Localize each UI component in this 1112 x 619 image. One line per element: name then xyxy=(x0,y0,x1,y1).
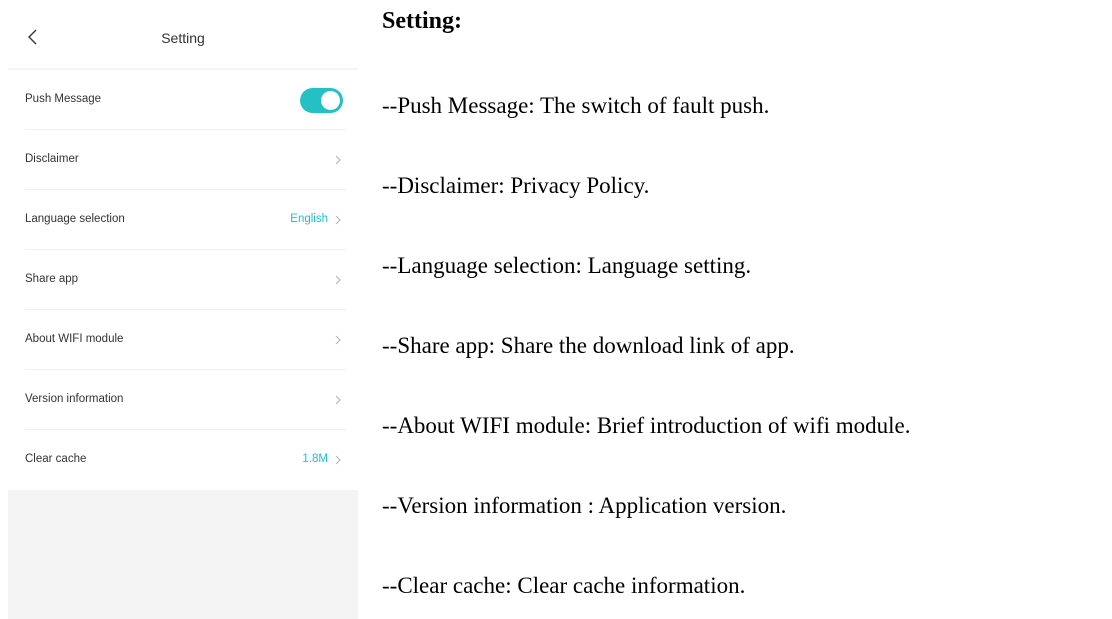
setting-language-selection[interactable]: Language selection English xyxy=(8,190,358,250)
language-value: English xyxy=(290,213,328,225)
description-line: --Disclaimer: Privacy Policy. xyxy=(382,173,650,198)
setting-label: Disclaimer xyxy=(25,153,79,165)
description-line: --Language selection: Language setting. xyxy=(382,253,752,278)
setting-label: Clear cache xyxy=(25,453,87,465)
setting-disclaimer[interactable]: Disclaimer xyxy=(8,130,358,190)
setting-label: About WIFI module xyxy=(25,333,124,345)
chevron-right-icon xyxy=(334,394,342,406)
phone-screen: Setting Push Message Disclaimer Language… xyxy=(8,0,358,619)
setting-push-message: Push Message xyxy=(8,70,358,130)
description-line: --Clear cache: Clear cache information. xyxy=(382,573,746,598)
chevron-right-icon xyxy=(334,334,342,346)
page-title: Setting xyxy=(161,30,205,46)
description-line: --About WIFI module: Brief introduction … xyxy=(382,413,911,438)
description-line: --Share app: Share the download link of … xyxy=(382,333,795,358)
setting-label: Share app xyxy=(25,273,79,285)
setting-label: Language selection xyxy=(25,213,125,225)
description-line: --Push Message: The switch of fault push… xyxy=(382,93,770,118)
chevron-right-icon xyxy=(334,274,342,286)
description-heading: Setting: xyxy=(382,8,462,34)
chevron-right-icon xyxy=(334,154,342,166)
chevron-right-icon xyxy=(334,214,342,226)
chevron-right-icon xyxy=(334,454,342,466)
description-line: --Version information : Application vers… xyxy=(382,493,787,518)
setting-share-app[interactable]: Share app xyxy=(8,250,358,310)
setting-clear-cache[interactable]: Clear cache 1.8M xyxy=(8,430,358,490)
nav-bar: Setting xyxy=(8,0,358,68)
settings-list: Push Message Disclaimer Language selecti… xyxy=(8,70,358,490)
toggle-knob xyxy=(321,91,340,110)
setting-about-wifi-module[interactable]: About WIFI module xyxy=(8,310,358,370)
setting-label: Push Message xyxy=(25,93,102,105)
cache-size-value: 1.8M xyxy=(302,453,328,465)
setting-label: Version information xyxy=(25,393,124,405)
setting-version-information[interactable]: Version information xyxy=(8,370,358,430)
description-panel: Setting: --Push Message: The switch of f… xyxy=(382,0,1112,619)
push-message-toggle[interactable] xyxy=(300,88,343,113)
